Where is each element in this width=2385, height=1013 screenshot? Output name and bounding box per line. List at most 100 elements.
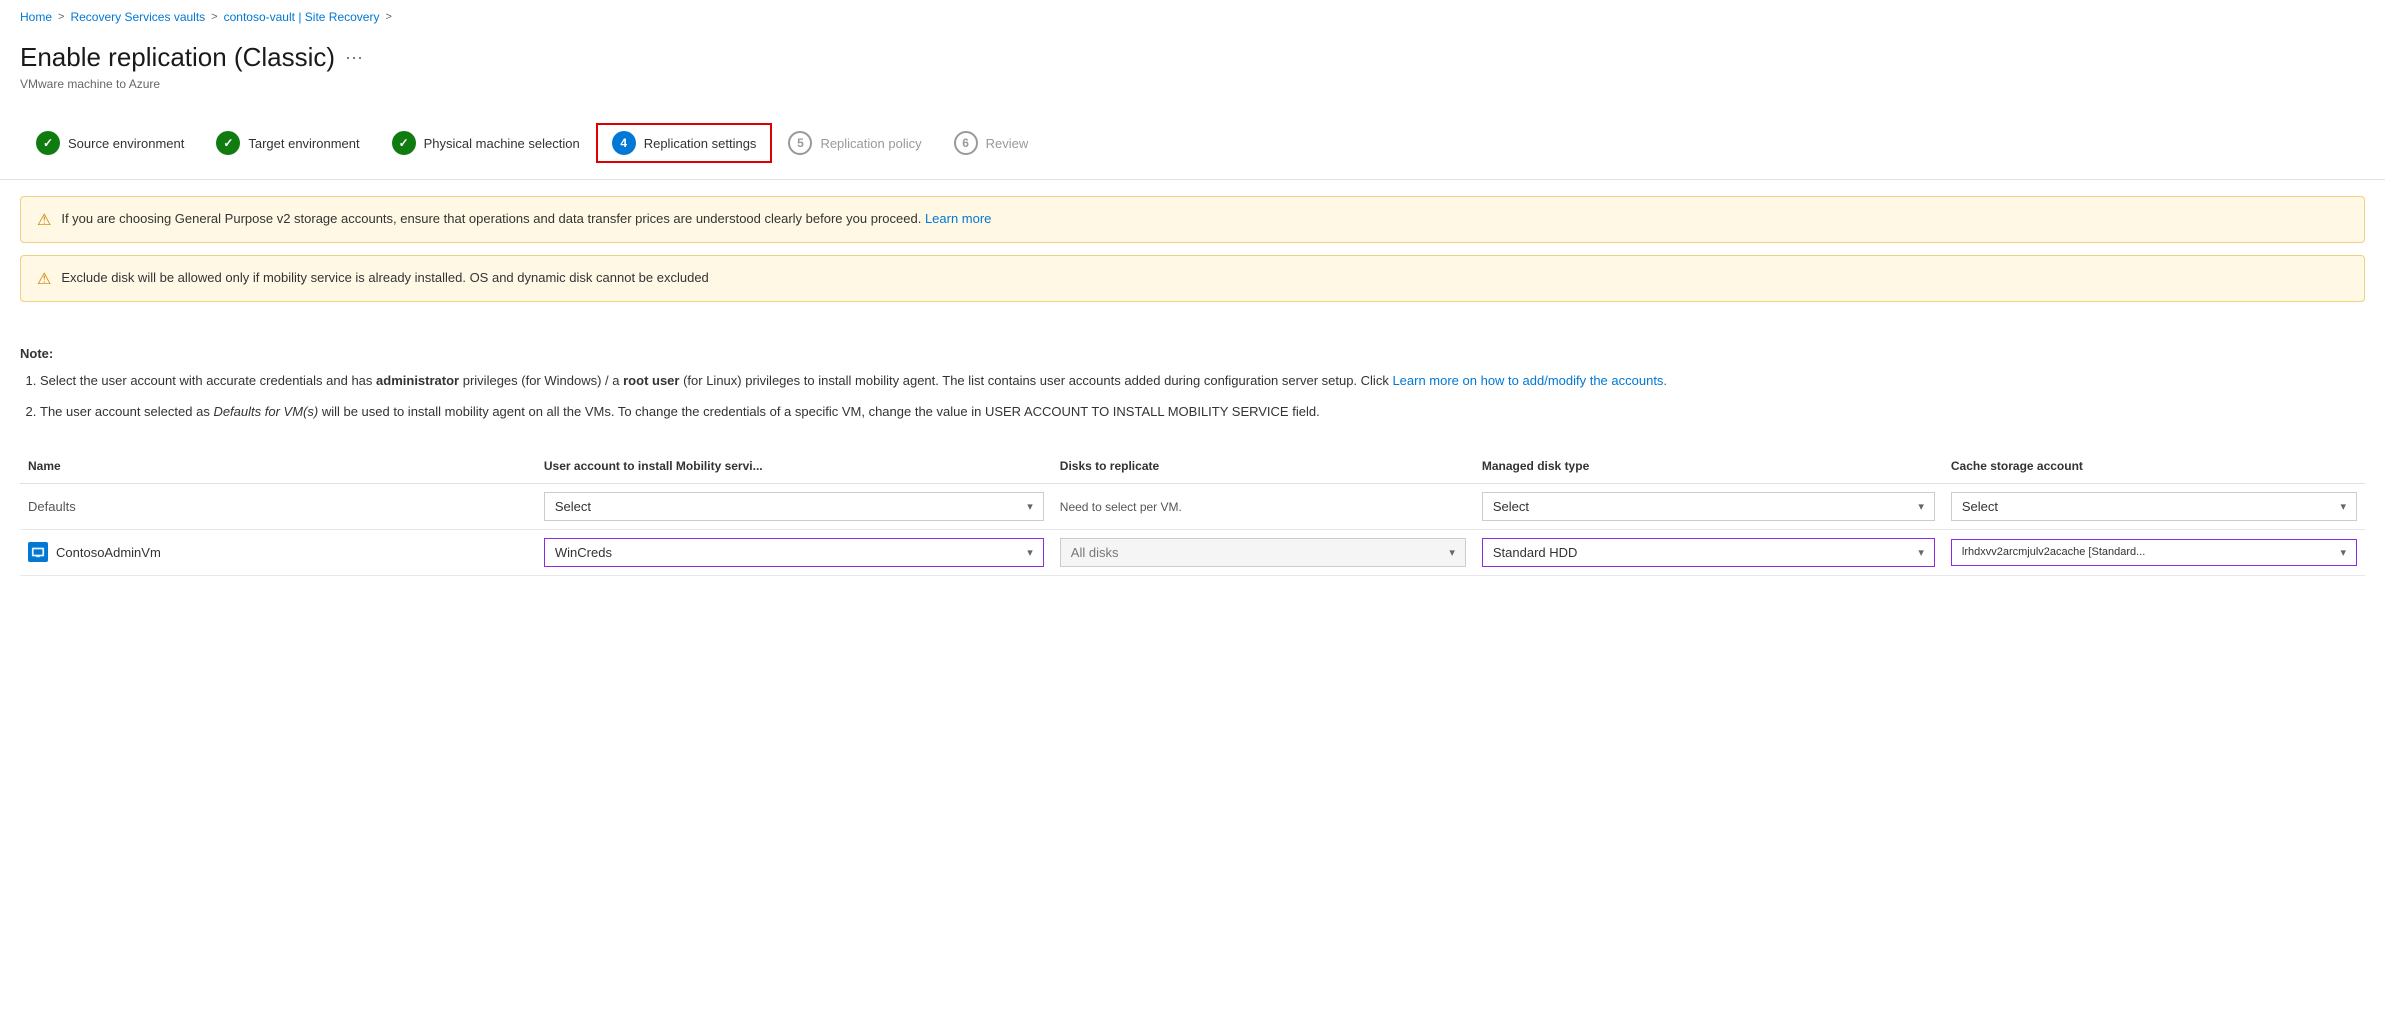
note-section: Note: Select the user account with accur… [0, 330, 2385, 449]
note-1-bold-root: root user [623, 373, 679, 388]
wizard-step-replication[interactable]: 4 Replication settings [596, 123, 773, 163]
wizard-step-review[interactable]: 6 Review [938, 123, 1045, 163]
table-row-vm: ContosoAdminVm WinCreds ▾ All disks ▾ [20, 529, 2365, 575]
defaults-disks-text: Need to select per VM. [1060, 500, 1182, 514]
vm-disks-dropdown[interactable]: All disks ▾ [1060, 538, 1466, 567]
wizard-step-target[interactable]: ✓ Target environment [200, 123, 375, 163]
alert-exclude-disk: ⚠ Exclude disk will be allowed only if m… [20, 255, 2365, 302]
step-label-machine: Physical machine selection [424, 136, 580, 151]
breadcrumb-home[interactable]: Home [20, 10, 52, 24]
vm-icon-svg [31, 545, 45, 559]
breadcrumb-sep-1: > [58, 11, 64, 23]
defaults-disk-type-cell: Select ▾ [1474, 483, 1943, 529]
breadcrumb-vaults[interactable]: Recovery Services vaults [70, 10, 205, 24]
note-list: Select the user account with accurate cr… [20, 371, 2365, 423]
alert-text-2: Exclude disk will be allowed only if mob… [61, 268, 708, 288]
page-header: Enable replication (Classic) ··· VMware … [0, 34, 2385, 107]
vm-user-dropdown[interactable]: WinCreds ▾ [544, 538, 1044, 567]
defaults-cache-value: Select [1962, 499, 1998, 514]
note-1-text-before: Select the user account with accurate cr… [40, 373, 376, 388]
defaults-user-dropdown[interactable]: Select ▾ [544, 492, 1044, 521]
vm-disk-type-value: Standard HDD [1493, 545, 1578, 560]
alert-text-content-1: If you are choosing General Purpose v2 s… [61, 211, 921, 226]
page-title: Enable replication (Classic) [20, 42, 335, 73]
note-2-text-after: will be used to install mobility agent o… [322, 404, 1320, 419]
note-1-link[interactable]: Learn more on how to add/modify the acco… [1392, 373, 1667, 388]
step-circle-replication: 4 [612, 131, 636, 155]
vm-disks-value: All disks [1071, 545, 1119, 560]
step-label-target: Target environment [248, 136, 359, 151]
alert-gp-storage: ⚠ If you are choosing General Purpose v2… [20, 196, 2365, 243]
defaults-cache-cell: Select ▾ [1943, 483, 2365, 529]
defaults-user-value: Select [555, 499, 591, 514]
defaults-name-cell: Defaults [20, 483, 536, 529]
table-header-row: Name User account to install Mobility se… [20, 449, 2365, 484]
breadcrumb-sep-3: > [385, 11, 391, 23]
vm-name-label: ContosoAdminVm [56, 545, 161, 560]
step-circle-source: ✓ [36, 131, 60, 155]
defaults-cache-chevron: ▾ [2340, 500, 2346, 513]
step-num-replication: 4 [620, 136, 627, 150]
step-check-target: ✓ [223, 136, 233, 150]
vm-disk-type-dropdown[interactable]: Standard HDD ▾ [1482, 538, 1935, 567]
col-header-disks: Disks to replicate [1052, 449, 1474, 484]
step-label-review: Review [986, 136, 1029, 151]
step-label-source: Source environment [68, 136, 184, 151]
wizard-steps: ✓ Source environment ✓ Target environmen… [0, 107, 2385, 180]
page-title-container: Enable replication (Classic) ··· [20, 42, 2365, 73]
vm-name-cell: ContosoAdminVm [20, 529, 536, 575]
defaults-user-cell: Select ▾ [536, 483, 1052, 529]
note-title: Note: [20, 346, 2365, 361]
col-header-cache: Cache storage account [1943, 449, 2365, 484]
defaults-disk-type-dropdown[interactable]: Select ▾ [1482, 492, 1935, 521]
step-circle-policy: 5 [788, 131, 812, 155]
note-1-text-mid2: (for Linux) privileges to install mobili… [683, 373, 1392, 388]
vm-icon [28, 542, 48, 562]
vm-disk-type-cell: Standard HDD ▾ [1474, 529, 1943, 575]
vm-disks-cell: All disks ▾ [1052, 529, 1474, 575]
vm-user-value: WinCreds [555, 545, 612, 560]
alert-icon-1: ⚠ [37, 210, 51, 230]
step-check-source: ✓ [43, 136, 53, 150]
note-2-italic: Defaults for VM(s) [213, 404, 318, 419]
table-row-defaults: Defaults Select ▾ Need to select per VM.… [20, 483, 2365, 529]
step-label-policy: Replication policy [820, 136, 921, 151]
step-check-machine: ✓ [399, 136, 409, 150]
content-area: ⚠ If you are choosing General Purpose v2… [0, 180, 2385, 330]
col-header-user: User account to install Mobility servi..… [536, 449, 1052, 484]
note-2-text-before: The user account selected as [40, 404, 213, 419]
vm-cache-chevron: ▾ [2340, 546, 2346, 559]
more-options-button[interactable]: ··· [345, 47, 363, 68]
breadcrumb: Home > Recovery Services vaults > contos… [0, 0, 2385, 34]
defaults-disks-cell: Need to select per VM. [1052, 483, 1474, 529]
alert-icon-2: ⚠ [37, 269, 51, 289]
defaults-user-chevron: ▾ [1027, 500, 1033, 513]
col-header-disk-type: Managed disk type [1474, 449, 1943, 484]
table-section: Name User account to install Mobility se… [0, 449, 2385, 596]
wizard-step-policy[interactable]: 5 Replication policy [772, 123, 937, 163]
alert-text-content-2: Exclude disk will be allowed only if mob… [61, 270, 708, 285]
breadcrumb-site-recovery[interactable]: contoso-vault | Site Recovery [224, 10, 380, 24]
defaults-disk-type-value: Select [1493, 499, 1529, 514]
step-circle-review: 6 [954, 131, 978, 155]
vm-user-chevron: ▾ [1027, 546, 1033, 559]
alert-learn-more-1[interactable]: Learn more [925, 211, 991, 226]
vm-disks-chevron: ▾ [1449, 546, 1455, 559]
step-circle-target: ✓ [216, 131, 240, 155]
vm-cache-value: lrhdxvv2arcmjulv2acache [Standard... [1962, 546, 2145, 558]
alert-text-1: If you are choosing General Purpose v2 s… [61, 209, 991, 229]
vm-cache-dropdown[interactable]: lrhdxvv2arcmjulv2acache [Standard... ▾ [1951, 539, 2357, 566]
note-item-2: The user account selected as Defaults fo… [40, 402, 2365, 423]
vm-user-cell: WinCreds ▾ [536, 529, 1052, 575]
wizard-step-machine[interactable]: ✓ Physical machine selection [376, 123, 596, 163]
breadcrumb-sep-2: > [211, 11, 217, 23]
page-subtitle: VMware machine to Azure [20, 77, 2365, 91]
step-label-replication: Replication settings [644, 136, 757, 151]
note-1-bold-admin: administrator [376, 373, 459, 388]
wizard-step-source[interactable]: ✓ Source environment [20, 123, 200, 163]
defaults-cache-dropdown[interactable]: Select ▾ [1951, 492, 2357, 521]
defaults-disk-type-chevron: ▾ [1918, 500, 1924, 513]
col-header-name: Name [20, 449, 536, 484]
step-circle-machine: ✓ [392, 131, 416, 155]
step-num-review: 6 [962, 136, 969, 150]
